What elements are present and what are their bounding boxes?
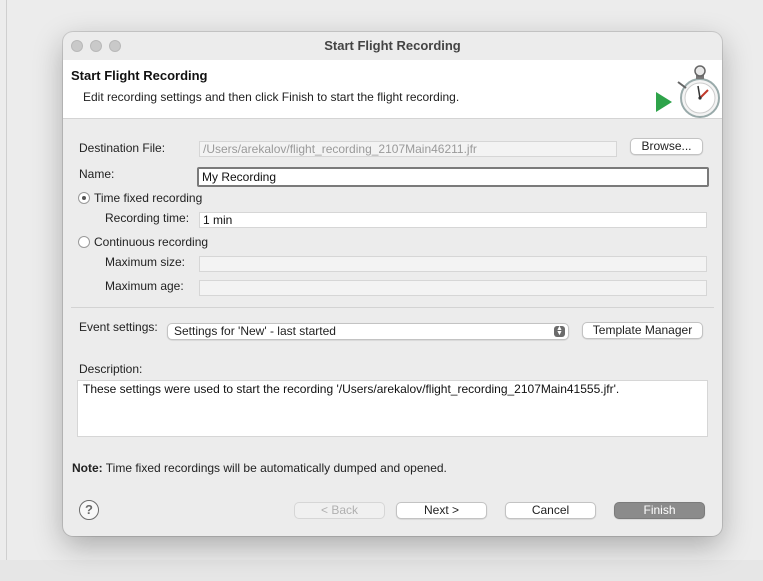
note-prefix: Note: bbox=[72, 461, 103, 475]
maximum-age-label: Maximum age: bbox=[105, 279, 184, 293]
maximum-size-field[interactable] bbox=[199, 256, 707, 272]
maximum-size-label: Maximum size: bbox=[105, 255, 186, 269]
title-bar: Start Flight Recording bbox=[63, 32, 722, 60]
finish-button[interactable]: Finish bbox=[614, 502, 705, 519]
destination-file-label: Destination File: bbox=[79, 141, 166, 155]
name-label: Name: bbox=[79, 167, 115, 181]
event-settings-label: Event settings: bbox=[79, 320, 158, 334]
continuous-label[interactable]: Continuous recording bbox=[94, 235, 208, 249]
chevron-updown-icon: ▲ ▼ bbox=[554, 325, 565, 337]
stopwatch-record-icon bbox=[656, 65, 720, 118]
template-manager-button[interactable]: Template Manager bbox=[582, 322, 703, 339]
recording-time-label: Recording time: bbox=[105, 211, 190, 225]
start-flight-recording-dialog: Start Flight Recording Start Flight Reco… bbox=[63, 32, 722, 536]
name-field[interactable] bbox=[197, 167, 709, 187]
note-text: Note: Time fixed recordings will be auto… bbox=[72, 461, 447, 475]
note-body: Time fixed recordings will be automatica… bbox=[105, 461, 447, 475]
recording-time-field[interactable] bbox=[199, 212, 707, 228]
time-fixed-radio[interactable] bbox=[78, 192, 90, 204]
event-settings-select[interactable]: Settings for 'New' - last started ▲ ▼ bbox=[167, 323, 569, 340]
cancel-button[interactable]: Cancel bbox=[505, 502, 596, 519]
wizard-header: Start Flight Recording Edit recording se… bbox=[63, 60, 722, 119]
next-button[interactable]: Next > bbox=[396, 502, 487, 519]
event-settings-value: Settings for 'New' - last started bbox=[174, 324, 336, 338]
destination-file-field[interactable] bbox=[199, 141, 617, 157]
continuous-radio[interactable] bbox=[78, 236, 90, 248]
browse-button[interactable]: Browse... bbox=[630, 138, 703, 155]
time-fixed-label[interactable]: Time fixed recording bbox=[94, 191, 202, 205]
wizard-subtitle: Edit recording settings and then click F… bbox=[83, 90, 460, 104]
help-icon[interactable]: ? bbox=[79, 500, 99, 520]
wizard-title: Start Flight Recording bbox=[71, 68, 208, 83]
description-label: Description: bbox=[79, 362, 143, 376]
window-title: Start Flight Recording bbox=[324, 38, 461, 53]
back-button[interactable]: < Back bbox=[294, 502, 385, 519]
background-window-strip bbox=[0, 560, 763, 581]
description-textarea[interactable]: These settings were used to start the re… bbox=[77, 380, 708, 437]
background-window-edge bbox=[6, 0, 7, 581]
maximum-age-field[interactable] bbox=[199, 280, 707, 296]
section-divider bbox=[71, 307, 714, 308]
